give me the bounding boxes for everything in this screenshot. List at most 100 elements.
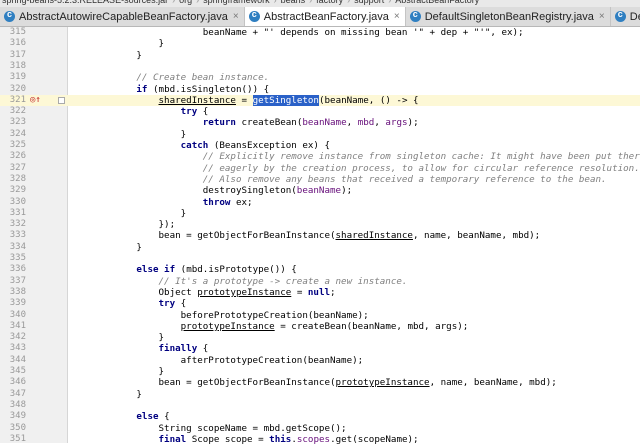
code-line[interactable]: 319 // Create bean instance.: [0, 72, 640, 83]
code-text: catch (BeansException ex) {: [180, 140, 331, 151]
code-text: final Scope scope = this.scopes.get(scop…: [158, 433, 419, 445]
line-number: 343: [9, 343, 26, 354]
java-class-icon: [4, 9, 15, 22]
line-number: 340: [9, 309, 26, 320]
code-line[interactable]: 349 else {: [0, 411, 640, 422]
breadcrumb-item[interactable]: factory: [316, 0, 343, 5]
fold-toggle-icon[interactable]: [58, 96, 65, 104]
code-line[interactable]: 317 }: [0, 50, 640, 61]
code-line[interactable]: 323 return createBean(beanName, mbd, arg…: [0, 117, 640, 128]
code-line[interactable]: 329 destroySingleton(beanName);: [0, 185, 640, 196]
line-number: 316: [9, 38, 26, 49]
code-line[interactable]: 324 }: [0, 129, 640, 140]
line-number: 321: [9, 94, 26, 105]
line-number: 336: [9, 264, 26, 275]
code-text: beforePrototypeCreation(beanName);: [70, 309, 369, 321]
close-icon[interactable]: ×: [233, 11, 239, 22]
code-text: }: [70, 332, 165, 344]
code-line[interactable]: 325 catch (BeansException ex) {: [0, 140, 640, 151]
code-text: try {: [180, 106, 209, 118]
line-number: 318: [9, 60, 26, 71]
breadcrumb-item[interactable]: org: [179, 0, 192, 5]
code-line[interactable]: 339 try {: [0, 298, 640, 309]
code-line[interactable]: 327 // eagerly by the creation process, …: [0, 163, 640, 174]
code-line[interactable]: 320 if (mbd.isSingleton()) {: [0, 84, 640, 95]
code-line[interactable]: 351 final Scope scope = this.scopes.get(…: [0, 434, 640, 445]
breadcrumb-item[interactable]: spring-beans-5.2.3.RELEASE-sources.jar: [2, 0, 168, 5]
code-editor[interactable]: 315 beanName + "' depends on missing bea…: [0, 27, 640, 445]
breadcrumb-item[interactable]: support: [354, 0, 384, 5]
code-text: }: [70, 128, 187, 140]
code-line[interactable]: 334 }: [0, 242, 640, 253]
code-text: }: [70, 241, 142, 253]
code-text: destroySingleton(beanName);: [70, 185, 353, 197]
breadcrumb-item[interactable]: beans: [281, 0, 306, 5]
code-line[interactable]: 344 afterPrototypeCreation(beanName);: [0, 355, 640, 366]
code-line[interactable]: 322 try {: [0, 106, 640, 117]
line-number: 323: [9, 117, 26, 128]
code-line[interactable]: 333 bean = getObjectForBeanInstance(shar…: [0, 230, 640, 241]
code-line[interactable]: 335: [0, 253, 640, 264]
code-text: sharedInstance = getSingleton(beanName, …: [158, 94, 419, 106]
code-line[interactable]: 328 // Also remove any beans that receiv…: [0, 174, 640, 185]
java-class-icon: [248, 9, 260, 22]
line-number: 322: [9, 106, 26, 117]
line-number: 338: [9, 286, 26, 297]
code-line[interactable]: 348: [0, 400, 640, 411]
code-line[interactable]: 346 bean = getObjectForBeanInstance(prot…: [0, 377, 640, 388]
close-icon[interactable]: ×: [599, 11, 605, 22]
code-line[interactable]: 315 beanName + "' depends on missing bea…: [0, 27, 640, 38]
breadcrumb-item[interactable]: springframework: [203, 0, 270, 5]
code-text: bean = getObjectForBeanInstance(sharedIn…: [70, 230, 541, 242]
breadcrumb-item[interactable]: AbstractBeanFactory: [395, 0, 479, 5]
code-line[interactable]: 332 });: [0, 219, 640, 230]
breadcrumb-separator-icon: ›: [273, 0, 277, 5]
code-text: }: [70, 49, 142, 61]
editor-tab[interactable]: AbstractAutowireCapableBeanFactory.java ×: [0, 7, 245, 26]
override-marker-icon[interactable]: ◎↑: [30, 95, 41, 106]
line-number: 327: [9, 162, 26, 173]
line-number: 328: [9, 173, 26, 184]
line-number: 320: [9, 83, 26, 94]
editor-tab[interactable]: DefaultSingletonBeanRegistry.java ×: [406, 7, 611, 26]
code-line[interactable]: 340 beforePrototypeCreation(beanName);: [0, 310, 640, 321]
code-line[interactable]: 318: [0, 61, 640, 72]
line-number: 337: [9, 275, 26, 286]
code-line[interactable]: 338 Object prototypeInstance = null;: [0, 287, 640, 298]
code-line[interactable]: 347 }: [0, 389, 640, 400]
line-number: 339: [9, 298, 26, 309]
code-line[interactable]: 316 }: [0, 38, 640, 49]
code-line[interactable]: 341 prototypeInstance = createBean(beanN…: [0, 321, 640, 332]
editor-tab-bar: AbstractAutowireCapableBeanFactory.java ×…: [0, 7, 640, 27]
editor-tab[interactable]: AbstractBeanFactory.java ×: [244, 7, 406, 26]
tab-label: AbstractAutowireCapableBeanFactory.java: [19, 10, 228, 23]
code-line[interactable]: 343 finally {: [0, 343, 640, 354]
breadcrumb-separator-icon: ›: [196, 0, 200, 5]
code-line[interactable]: 350 String scopeName = mbd.getScope();: [0, 423, 640, 434]
code-text: }: [70, 388, 142, 400]
code-text: // Explicitly remove instance from singl…: [202, 151, 640, 163]
code-text: beanName + "' depends on missing bean '"…: [70, 27, 524, 38]
code-text: return createBean(beanName, mbd, args);: [202, 117, 419, 129]
code-line[interactable]: 342 }: [0, 332, 640, 343]
line-number: 346: [9, 377, 26, 388]
tab-label: DefaultSingletonBeanRegistry.java: [424, 10, 594, 23]
code-line[interactable]: 326 // Explicitly remove instance from s…: [0, 151, 640, 162]
close-icon[interactable]: ×: [394, 11, 400, 22]
line-number: 331: [9, 207, 26, 218]
line-number: 350: [9, 422, 26, 433]
code-line[interactable]: 337 // It's a prototype -> create a new …: [0, 276, 640, 287]
line-number: 324: [9, 128, 26, 139]
code-text: afterPrototypeCreation(beanName);: [70, 354, 364, 366]
code-text: // It's a prototype -> create a new inst…: [158, 275, 408, 287]
editor-tab[interactable]: DefaultListableBeanFactory.java×: [611, 7, 640, 26]
line-number: 348: [9, 399, 26, 410]
code-line[interactable]: 331 }: [0, 208, 640, 219]
code-line[interactable]: 336 else if (mbd.isPrototype()) {: [0, 264, 640, 275]
code-line[interactable]: 330 throw ex;: [0, 197, 640, 208]
breadcrumb-separator-icon: ›: [172, 0, 176, 5]
code-text: // Create bean instance.: [136, 72, 270, 84]
code-line[interactable]: 345 }: [0, 366, 640, 377]
tab-label: DefaultListableBeanFactory.java: [629, 10, 640, 23]
code-line[interactable]: 321 ◎↑ sharedInstance = getSingleton(bean…: [0, 94, 640, 107]
